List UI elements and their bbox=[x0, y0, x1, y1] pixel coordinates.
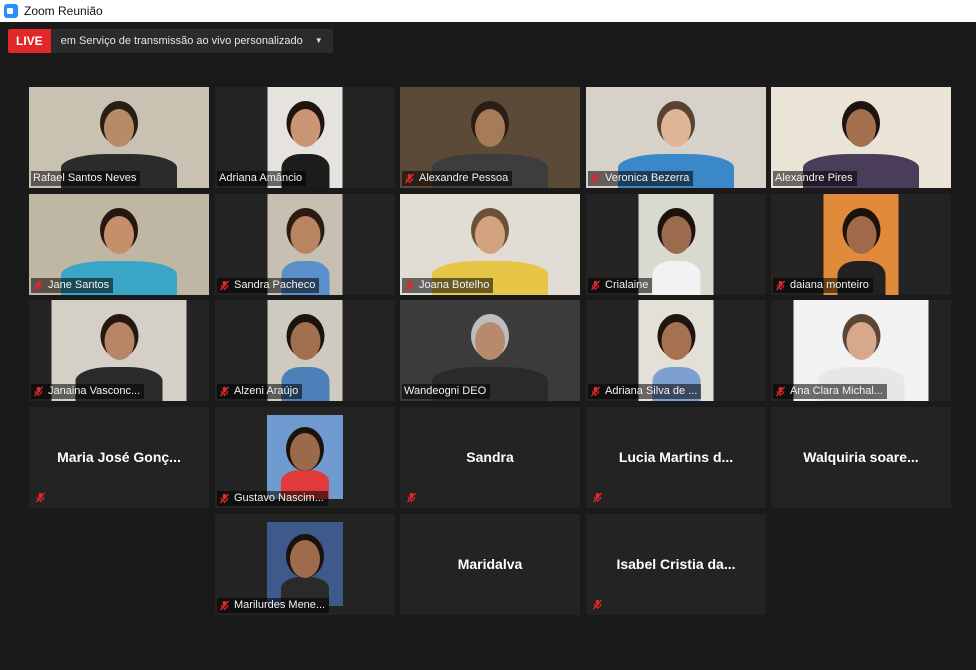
participant-tile[interactable]: Gustavo Nascim... bbox=[215, 407, 395, 508]
participant-name: Jane Santos bbox=[48, 279, 110, 291]
participant-name-label: Adriana Silva de ... bbox=[588, 384, 702, 399]
participant-tile[interactable]: Veronica Bezerra bbox=[586, 87, 766, 188]
participant-name-label: Alexandre Pires bbox=[773, 171, 857, 186]
muted-microphone-icon bbox=[590, 386, 601, 397]
participant-name: Rafael Santos Neves bbox=[33, 172, 137, 184]
participant-name: Joana Botelho bbox=[419, 279, 490, 291]
participant-tile[interactable]: Jane Santos bbox=[29, 194, 209, 295]
participant-tile[interactable]: Janaina Vasconc... bbox=[29, 300, 209, 401]
participant-name-label: Wandeogni DEO bbox=[402, 384, 491, 399]
participant-tile[interactable]: Sandra bbox=[400, 407, 580, 508]
participant-name-label: Crialaine bbox=[588, 278, 653, 293]
participant-video bbox=[267, 415, 343, 499]
participant-name-label: Sandra Pacheco bbox=[217, 278, 320, 293]
participant-name: Walquiria soare... bbox=[803, 449, 919, 465]
participant-name: Alexandre Pires bbox=[775, 172, 853, 184]
participant-name-label: Rafael Santos Neves bbox=[31, 171, 141, 186]
muted-microphone-icon bbox=[219, 600, 230, 611]
participant-tile[interactable]: Joana Botelho bbox=[400, 194, 580, 295]
participant-tile[interactable]: Isabel Cristia da... bbox=[586, 514, 766, 615]
participant-name: Ana Clara Michal... bbox=[790, 385, 883, 397]
participant-name: Crialaine bbox=[605, 279, 649, 291]
muted-microphone-icon bbox=[33, 386, 44, 397]
participant-name-label: Marilurdes Mene... bbox=[217, 598, 330, 613]
muted-microphone-icon bbox=[35, 490, 47, 503]
participant-name-label: Gustavo Nascim... bbox=[217, 491, 328, 506]
participant-name-label: Alzeni Araújo bbox=[217, 384, 303, 399]
participant-name: Wandeogni DEO bbox=[404, 385, 487, 397]
participant-name: daiana monteiro bbox=[790, 279, 869, 291]
participant-tile[interactable]: Adriana Silva de ... bbox=[586, 300, 766, 401]
participant-name: Maria José Gonç... bbox=[57, 449, 181, 465]
participant-tile[interactable]: Marilurdes Mene... bbox=[215, 514, 395, 615]
participant-name-label: Jane Santos bbox=[31, 278, 114, 293]
participant-name: Lucia Martins d... bbox=[618, 449, 734, 465]
muted-microphone-icon bbox=[219, 493, 230, 504]
muted-microphone-icon bbox=[590, 173, 601, 184]
participant-name: Veronica Bezerra bbox=[605, 172, 690, 184]
muted-microphone-icon bbox=[775, 280, 786, 291]
muted-microphone-icon bbox=[404, 280, 415, 291]
participant-name-label: Alexandre Pessoa bbox=[402, 171, 513, 186]
participant-video bbox=[267, 522, 343, 606]
muted-microphone-icon bbox=[406, 490, 418, 503]
participant-tile[interactable]: Lucia Martins d... bbox=[586, 407, 766, 508]
participant-name: Isabel Cristia da... bbox=[616, 556, 736, 572]
participant-tile[interactable]: daiana monteiro bbox=[771, 194, 951, 295]
participant-name: Gustavo Nascim... bbox=[234, 492, 324, 504]
participant-tile[interactable]: Walquiria soare... bbox=[771, 407, 951, 508]
participant-tile[interactable]: Sandra Pacheco bbox=[215, 194, 395, 295]
muted-microphone-icon bbox=[592, 597, 604, 610]
participant-name: Alexandre Pessoa bbox=[419, 172, 509, 184]
participant-name-label: Adriana Amâncio bbox=[217, 171, 307, 186]
participant-name: Adriana Silva de ... bbox=[605, 385, 698, 397]
participant-gallery: Rafael Santos Neves Adriana Amâncio Alexan… bbox=[0, 0, 976, 670]
participant-tile[interactable]: Alzeni Araújo bbox=[215, 300, 395, 401]
participant-name: Marilurdes Mene... bbox=[234, 599, 326, 611]
participant-tile[interactable]: Maria José Gonç... bbox=[29, 407, 209, 508]
participant-name: Maridalva bbox=[457, 556, 523, 572]
participant-tile[interactable]: Ana Clara Michal... bbox=[771, 300, 951, 401]
participant-name-label: Joana Botelho bbox=[402, 278, 494, 293]
participant-tile[interactable]: Maridalva bbox=[400, 514, 580, 615]
participant-name: Sandra Pacheco bbox=[234, 279, 316, 291]
participant-name: Sandra bbox=[466, 449, 514, 465]
participant-tile[interactable]: Wandeogni DEO bbox=[400, 300, 580, 401]
participant-name: Adriana Amâncio bbox=[219, 172, 303, 184]
participant-tile[interactable]: Rafael Santos Neves bbox=[29, 87, 209, 188]
participant-name-label: Ana Clara Michal... bbox=[773, 384, 887, 399]
muted-microphone-icon bbox=[404, 173, 415, 184]
muted-microphone-icon bbox=[219, 386, 230, 397]
participant-name-label: daiana monteiro bbox=[773, 278, 873, 293]
participant-tile[interactable]: Adriana Amâncio bbox=[215, 87, 395, 188]
participant-tile[interactable]: Alexandre Pessoa bbox=[400, 87, 580, 188]
participant-name-label: Janaina Vasconc... bbox=[31, 384, 145, 399]
participant-name-label: Veronica Bezerra bbox=[588, 171, 694, 186]
participant-name: Alzeni Araújo bbox=[234, 385, 299, 397]
muted-microphone-icon bbox=[219, 280, 230, 291]
muted-microphone-icon bbox=[775, 386, 786, 397]
muted-microphone-icon bbox=[590, 280, 601, 291]
muted-microphone-icon bbox=[33, 280, 44, 291]
participant-tile[interactable]: Crialaine bbox=[586, 194, 766, 295]
participant-tile[interactable]: Alexandre Pires bbox=[771, 87, 951, 188]
participant-name: Janaina Vasconc... bbox=[48, 385, 141, 397]
muted-microphone-icon bbox=[592, 490, 604, 503]
